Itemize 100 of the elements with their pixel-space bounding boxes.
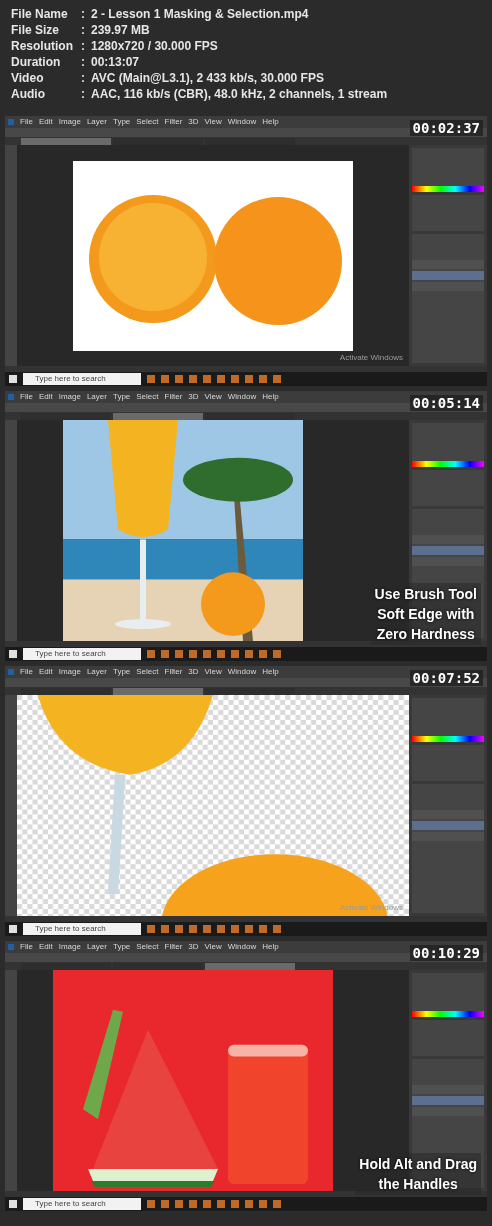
caption-text: the Handles (378, 1175, 458, 1194)
menu-item[interactable]: File (20, 117, 33, 127)
timestamp: 00:02:37 (409, 120, 483, 136)
info-value: AAC, 116 kb/s (CBR), 48.0 kHz, 2 channels, 1 stream (91, 87, 388, 101)
caption-text: Hold Alt and Drag (359, 1155, 477, 1174)
menu-item[interactable]: 3D (188, 942, 199, 952)
taskbar-search-field[interactable]: Type here to search (23, 373, 141, 385)
separator-colon: : (81, 7, 86, 21)
info-label: Duration (11, 55, 62, 69)
menu-item[interactable]: View (204, 942, 222, 952)
caption-text: Use Brush Tool (374, 585, 477, 604)
menu-item[interactable]: Layer (86, 392, 107, 402)
menu-item[interactable]: Select (136, 117, 159, 127)
info-value: 2 - Lesson 1 Masking & Selection.mp4 (91, 7, 309, 21)
menu-item[interactable]: Edit (38, 667, 53, 677)
menu-item[interactable]: Image (58, 117, 81, 127)
document-tab[interactable] (113, 963, 203, 970)
info-label: Video (11, 71, 45, 85)
info-label: Resolution (11, 39, 74, 53)
menu-item[interactable]: File (20, 942, 33, 952)
menu-item[interactable]: Filter (164, 392, 183, 402)
menu-item[interactable]: Type (112, 942, 131, 952)
info-value: AVC (Main@L3.1), 2 433 kb/s, 30.000 FPS (91, 71, 324, 85)
info-value: 239.97 MB (91, 23, 150, 37)
menu-item[interactable]: Layer (86, 117, 107, 127)
windows-start-icon[interactable] (9, 650, 17, 658)
menu-item[interactable]: View (204, 117, 222, 127)
menu-item[interactable]: Filter (164, 667, 183, 677)
menu-item[interactable]: Type (112, 117, 131, 127)
app-logo-icon (8, 669, 14, 675)
color-panel (412, 423, 484, 467)
taskbar-search-field[interactable]: Type here to search (23, 923, 141, 935)
menu-item[interactable]: Type (112, 392, 131, 402)
info-value: 00:13:07 (91, 55, 140, 69)
windows-start-icon[interactable] (9, 1200, 17, 1208)
document-tab[interactable] (113, 688, 203, 695)
separator-colon: : (81, 87, 86, 101)
document-tab[interactable] (205, 688, 295, 695)
windows-start-icon[interactable] (9, 925, 17, 933)
menu-item[interactable]: Help (262, 942, 279, 952)
menu-item[interactable]: View (204, 667, 222, 677)
menu-item[interactable]: Image (58, 667, 81, 677)
color-panel (412, 698, 484, 742)
app-logo-icon (8, 119, 14, 125)
menu-item[interactable]: Layer (86, 942, 107, 952)
menu-item[interactable]: Image (58, 392, 81, 402)
timestamp: 00:05:14 (409, 395, 483, 411)
document-tab[interactable] (21, 413, 111, 420)
app-logo-icon (8, 394, 14, 400)
caption-text: Soft Edge with (377, 605, 475, 624)
separator-colon: : (81, 71, 86, 85)
document-tab[interactable] (205, 413, 295, 420)
menu-item[interactable]: File (20, 667, 33, 677)
document-tab[interactable] (113, 138, 203, 145)
timestamp: 00:07:52 (409, 670, 483, 686)
menu-item[interactable]: Image (58, 942, 81, 952)
color-panel (412, 973, 484, 1017)
menu-item[interactable]: Window (227, 392, 257, 402)
document-tab[interactable] (113, 413, 203, 420)
info-label: File Size (11, 23, 61, 37)
menu-item[interactable]: Help (262, 392, 279, 402)
menu-item[interactable]: Help (262, 117, 279, 127)
menu-item[interactable]: Edit (38, 117, 53, 127)
menu-item[interactable]: Filter (164, 117, 183, 127)
menu-item[interactable]: View (204, 392, 222, 402)
menu-item[interactable]: 3D (188, 667, 199, 677)
caption-text: Zero Hardness (376, 625, 475, 644)
menu-item[interactable]: File (20, 392, 33, 402)
activation-watermark: Activate Windows (339, 353, 403, 362)
menu-item[interactable]: Select (136, 667, 159, 677)
windows-start-icon[interactable] (9, 375, 17, 383)
info-label: Audio (11, 87, 46, 101)
document-tab[interactable] (21, 963, 111, 970)
menu-item[interactable]: Help (262, 667, 279, 677)
menu-item[interactable]: Select (136, 942, 159, 952)
menu-item[interactable]: Filter (164, 942, 183, 952)
color-panel (412, 148, 484, 192)
app-logo-icon (8, 944, 14, 950)
document-tab[interactable] (205, 138, 295, 145)
menu-item[interactable]: Select (136, 392, 159, 402)
menu-item[interactable]: 3D (188, 392, 199, 402)
taskbar-search-field[interactable]: Type here to search (23, 1198, 141, 1210)
document-tab[interactable] (205, 963, 295, 970)
document-tab[interactable] (21, 138, 111, 145)
menu-item[interactable]: Edit (38, 392, 53, 402)
separator-colon: : (81, 23, 86, 37)
menu-item[interactable]: Edit (38, 942, 53, 952)
info-label: File Name (11, 7, 69, 21)
timestamp: 00:10:29 (409, 945, 483, 961)
document-tab[interactable] (21, 688, 111, 695)
menu-item[interactable]: Layer (86, 667, 107, 677)
menu-item[interactable]: 3D (188, 117, 199, 127)
menu-item[interactable]: Window (227, 117, 257, 127)
menu-item[interactable]: Window (227, 942, 257, 952)
menu-item[interactable]: Type (112, 667, 131, 677)
menu-item[interactable]: Window (227, 667, 257, 677)
info-value: 1280x720 / 30.000 FPS (91, 39, 218, 53)
separator-colon: : (81, 39, 86, 53)
separator-colon: : (81, 55, 86, 69)
taskbar-search-field[interactable]: Type here to search (23, 648, 141, 660)
